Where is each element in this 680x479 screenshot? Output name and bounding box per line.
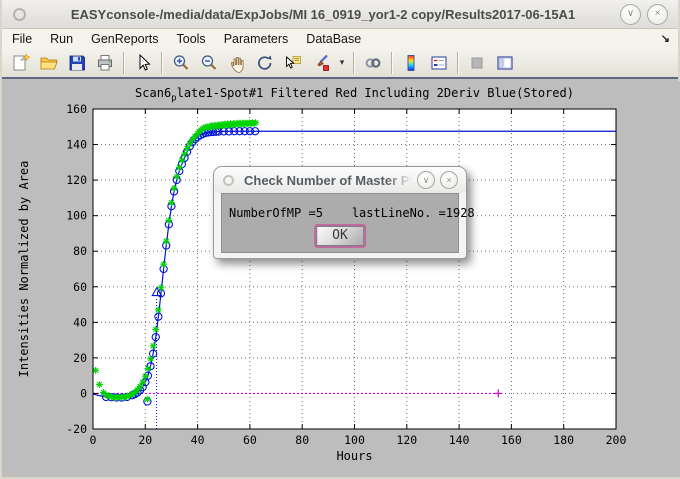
dialog-menu-icon[interactable] [223, 175, 234, 186]
svg-text:40: 40 [73, 315, 87, 329]
floppy-disk-icon [67, 53, 87, 73]
svg-text:200: 200 [606, 433, 627, 447]
new-document-icon [11, 53, 31, 73]
chart-plot-area[interactable]: 020406080100120140160180200-200204060801… [2, 81, 680, 477]
link-plots-button[interactable] [359, 49, 387, 76]
save-figure-button[interactable] [63, 49, 91, 76]
hand-icon [227, 53, 247, 73]
svg-text:100: 100 [66, 209, 87, 223]
print-figure-button[interactable] [91, 49, 119, 76]
svg-text:80: 80 [73, 244, 87, 258]
zoom-out-button[interactable] [195, 49, 223, 76]
toolbar-separator [457, 52, 459, 74]
brush-data-button[interactable] [307, 49, 335, 76]
insert-legend-button[interactable] [425, 49, 453, 76]
svg-text:120: 120 [66, 173, 87, 187]
toolbar-separator [161, 52, 163, 74]
svg-text:80: 80 [295, 433, 309, 447]
ok-button[interactable]: OK [316, 226, 364, 246]
figure-canvas: 020406080100120140160180200-200204060801… [2, 81, 680, 477]
dropdown-arrow-icon: ▾ [340, 57, 345, 68]
show-plot-tools-icon [495, 53, 515, 73]
pan-button[interactable] [223, 49, 251, 76]
window-titlebar[interactable]: EASYconsole-/media/data/ExpJobs/MI 16_09… [2, 0, 678, 29]
menu-tools[interactable]: Tools [168, 29, 215, 48]
svg-text:40: 40 [191, 433, 205, 447]
colorbar-icon [401, 53, 421, 73]
svg-text:100: 100 [344, 433, 365, 447]
new-figure-button[interactable] [7, 49, 35, 76]
svg-text:60: 60 [73, 280, 87, 294]
toolbar-separator [123, 52, 125, 74]
hide-plot-tools-icon [467, 53, 487, 73]
dialog-titlebar[interactable]: Check Number of Master Pla ∨ × [214, 167, 466, 193]
insert-colorbar-button[interactable] [397, 49, 425, 76]
dialog-close-button[interactable]: × [440, 171, 458, 189]
zoom-out-icon [199, 53, 219, 73]
dialog-body: NumberOfMP =5 lastLineNo. =1928 OK [221, 193, 459, 253]
window-menu-icon[interactable] [13, 8, 26, 21]
menu-file[interactable]: File [2, 29, 41, 48]
svg-text:0: 0 [90, 433, 97, 447]
chevron-down-icon: ∨ [627, 9, 634, 19]
menu-genreports[interactable]: GenReports [82, 29, 167, 48]
window-minimize-button[interactable]: ∨ [620, 4, 641, 25]
check-master-plates-dialog: Check Number of Master Pla ∨ × NumberOfM… [213, 166, 467, 259]
zoom-in-button[interactable] [167, 49, 195, 76]
svg-text:120: 120 [396, 433, 417, 447]
chart-title: Scan6plate1-Spot#1 Filtered Red Includin… [93, 86, 616, 103]
brush-icon [311, 53, 331, 73]
svg-text:160: 160 [501, 433, 522, 447]
menu-overflow-arrow-icon[interactable]: ↘ [661, 32, 670, 45]
menu-parameters[interactable]: Parameters [215, 29, 298, 48]
open-file-button[interactable] [35, 49, 63, 76]
cursor-arrow-icon [133, 53, 153, 73]
svg-text:-20: -20 [66, 422, 87, 436]
show-plot-tools-button[interactable] [491, 49, 519, 76]
dialog-message: NumberOfMP =5 lastLineNo. =1928 [229, 206, 475, 220]
rotate-icon [255, 53, 275, 73]
chain-link-icon [363, 53, 383, 73]
zoom-in-icon [171, 53, 191, 73]
window-close-button[interactable]: × [647, 4, 668, 25]
menu-bar: File Run GenReports Tools Parameters Dat… [2, 29, 678, 48]
close-icon: × [655, 9, 661, 19]
y-axis-label: Intensities Normalized by Area [17, 149, 31, 389]
open-folder-icon [39, 53, 59, 73]
app-window: EASYconsole-/media/data/ExpJobs/MI 16_09… [0, 0, 680, 479]
brush-dropdown-button[interactable]: ▾ [335, 49, 349, 76]
chevron-down-icon: ∨ [423, 175, 430, 186]
toolbar-separator [353, 52, 355, 74]
data-cursor-icon [283, 53, 303, 73]
svg-text:60: 60 [243, 433, 257, 447]
menu-database[interactable]: DataBase [297, 29, 370, 48]
dialog-minimize-button[interactable]: ∨ [417, 171, 435, 189]
x-axis-label: Hours [93, 449, 616, 463]
menu-run[interactable]: Run [41, 29, 82, 48]
rotate-3d-button[interactable] [251, 49, 279, 76]
printer-icon [95, 53, 115, 73]
data-cursor-button[interactable] [279, 49, 307, 76]
svg-text:180: 180 [553, 433, 574, 447]
close-icon: × [446, 175, 451, 185]
svg-text:20: 20 [73, 351, 87, 365]
edit-plot-button[interactable] [129, 49, 157, 76]
figure-toolbar: ▾ [2, 48, 678, 79]
window-title: EASYconsole-/media/data/ExpJobs/MI 16_09… [26, 7, 620, 22]
toolbar-separator [391, 52, 393, 74]
svg-text:20: 20 [138, 433, 152, 447]
legend-icon [429, 53, 449, 73]
svg-text:140: 140 [66, 138, 87, 152]
svg-text:160: 160 [66, 102, 87, 116]
svg-text:0: 0 [80, 386, 87, 400]
svg-text:140: 140 [449, 433, 470, 447]
dialog-title: Check Number of Master Pla [244, 173, 417, 188]
hide-plot-tools-button[interactable] [463, 49, 491, 76]
